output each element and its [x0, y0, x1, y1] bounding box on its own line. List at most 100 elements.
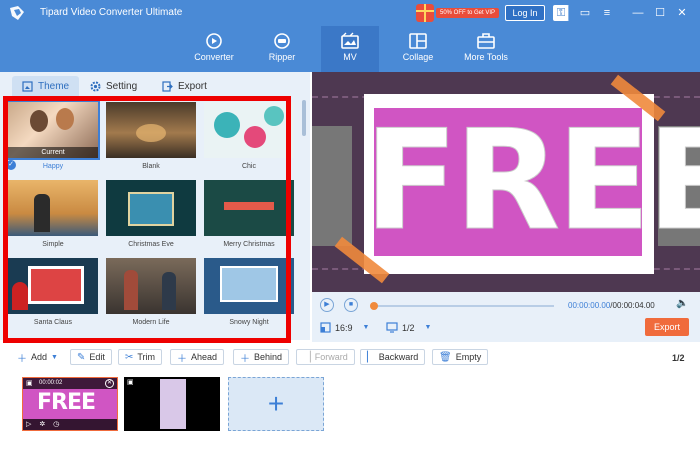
tab-ripper[interactable]: Ripper [254, 26, 310, 72]
chat-icon[interactable]: ▭ [577, 5, 593, 21]
theme-thumbnail [106, 258, 196, 314]
effects-icon[interactable]: ✲ [39, 421, 45, 428]
empty-button[interactable]: 🗑 Empty [432, 349, 489, 365]
theme-item-happy[interactable]: Current ✓ Happy [6, 100, 100, 170]
mv-icon [341, 32, 359, 49]
tab-setting[interactable]: Setting [90, 76, 137, 96]
title-bar: Tipard Video Converter Ultimate 50% OFF … [0, 0, 700, 72]
player-controls: ▶ ■ 00:00:00.00/00:00:04.00 🔈 16:9 ▼ 1/2… [312, 292, 700, 342]
gift-icon [416, 4, 434, 22]
forward-icon: ▕ [303, 351, 311, 363]
theme-label: Simple [42, 241, 64, 248]
theme-thumbnail [204, 102, 294, 158]
clip-actions: ▷ ✲ ◷ [23, 419, 117, 430]
monitor-icon [386, 322, 398, 333]
behind-button[interactable]: ＋ Behind [233, 349, 290, 365]
theme-grid: Current ✓ Happy Blank Chic Simple Christ… [6, 98, 296, 338]
ahead-button[interactable]: ＋ Ahead [170, 349, 225, 365]
check-icon: ✓ [6, 160, 16, 170]
converter-icon [206, 33, 222, 49]
theme-thumbnail [106, 102, 196, 158]
tab-more-tools[interactable]: More Tools [456, 26, 516, 72]
theme-icon [22, 80, 33, 92]
image-icon: ▣ [127, 379, 134, 386]
theme-thumbnail: Current [6, 100, 100, 160]
theme-item-christmas-eve[interactable]: Christmas Eve [106, 180, 196, 248]
export-button[interactable]: Export [645, 318, 689, 336]
edit-button[interactable]: ✎ Edit [70, 349, 112, 365]
tab-mv[interactable]: MV [321, 26, 379, 72]
total-time: /00:00:04.00 [610, 301, 655, 310]
theme-label: Merry Christmas [223, 241, 275, 248]
clock-icon[interactable]: ◷ [53, 421, 59, 428]
add-clip-button[interactable]: + [228, 377, 324, 431]
theme-label: Christmas Eve [128, 241, 174, 248]
theme-thumbnail [106, 180, 196, 236]
behind-icon: ＋ [240, 353, 250, 365]
tab-export[interactable]: Export [162, 76, 207, 96]
clip-thumbnail-text: FREE [37, 390, 96, 415]
tab-theme-label: Theme [38, 80, 70, 92]
theme-label: Blank [142, 163, 160, 170]
empty-label: Empty [455, 352, 482, 362]
key-icon[interactable]: ⚿ [553, 5, 569, 21]
tab-converter[interactable]: Converter [184, 26, 244, 72]
aspect-ratio-icon [320, 322, 331, 333]
progress-handle[interactable] [370, 302, 378, 310]
theme-item-blank[interactable]: Blank [106, 102, 196, 170]
theme-label: Snowy Night [229, 319, 269, 326]
play-icon[interactable]: ▷ [26, 421, 31, 428]
tab-mv-label: MV [343, 52, 357, 62]
promo-badge: 50% OFF to Get VIP [436, 8, 500, 18]
minimize-icon[interactable]: — [630, 5, 646, 21]
theme-label: Happy [42, 163, 64, 170]
tab-collage-label: Collage [402, 52, 434, 62]
ahead-label: Ahead [191, 352, 218, 362]
login-button[interactable]: Log In [505, 5, 545, 21]
ripper-icon [274, 33, 290, 49]
maximize-icon[interactable]: ☐ [652, 5, 668, 21]
forward-button[interactable]: ▕ Forward [296, 349, 355, 365]
backward-button[interactable]: ▏ Backward [360, 349, 426, 365]
theme-item-simple[interactable]: Simple [8, 180, 98, 248]
clip-page-count: 1/2 [672, 353, 685, 363]
magic-wand-icon: ✎ [77, 351, 86, 363]
play-icon[interactable]: ▶ [320, 298, 334, 312]
tab-theme[interactable]: Theme [12, 76, 80, 96]
theme-item-modern-life[interactable]: Modern Life [106, 258, 196, 326]
theme-thumbnail [8, 258, 98, 314]
theme-item-chic[interactable]: Chic [204, 102, 294, 170]
menu-icon[interactable]: ≡ [599, 5, 615, 21]
chevron-down-icon: ▼ [424, 324, 432, 331]
screen-page-value: 1/2 [402, 322, 415, 333]
volume-icon[interactable]: 🔈 [676, 298, 688, 310]
timecode: 00:00:00.00/00:00:04.00 [568, 301, 655, 310]
behind-label: Behind [254, 352, 283, 362]
gear-icon [90, 81, 101, 91]
theme-label: Chic [241, 163, 256, 170]
trim-button[interactable]: ✂ Trim [118, 349, 163, 365]
clip-item[interactable]: FREE 00:00:02 ▣ ✕ ▷ ✲ ◷ [22, 377, 118, 431]
theme-thumbnail [204, 180, 294, 236]
clip-item[interactable]: ▣ [124, 377, 220, 431]
theme-item-merry-christmas[interactable]: Merry Christmas [204, 180, 294, 248]
ahead-icon: ＋ [177, 353, 187, 365]
aspect-ratio-select[interactable]: 16:9 ▼ [320, 322, 369, 333]
theme-item-santa-claus[interactable]: Santa Claus [8, 258, 98, 326]
close-window-icon[interactable]: ✕ [674, 5, 690, 21]
app-title: Tipard Video Converter Ultimate [40, 7, 183, 18]
edit-label: Edit [89, 352, 105, 362]
theme-scrollbar[interactable] [302, 100, 306, 136]
stop-icon[interactable]: ■ [344, 298, 358, 312]
toolbox-icon [477, 33, 495, 49]
tab-converter-label: Converter [194, 52, 234, 62]
tab-more-tools-label: More Tools [464, 52, 508, 62]
progress-track[interactable] [374, 305, 554, 307]
tab-collage[interactable]: Collage [390, 26, 446, 72]
promo-button[interactable]: 50% OFF to Get VIP [416, 4, 500, 22]
add-button[interactable]: ＋ Add ▼ [10, 349, 65, 365]
close-icon[interactable]: ✕ [105, 379, 114, 388]
sub-tabs: Theme Setting Export [0, 72, 310, 96]
theme-item-snowy-night[interactable]: Snowy Night [204, 258, 294, 326]
screen-select[interactable]: 1/2 ▼ [386, 322, 431, 333]
